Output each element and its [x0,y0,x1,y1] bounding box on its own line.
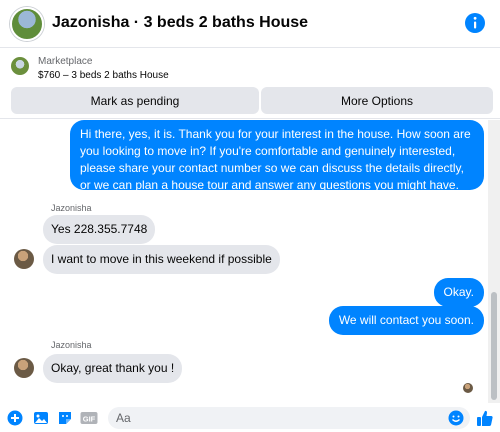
message-bubble-incoming[interactable]: I want to move in this weekend if possib… [43,245,280,274]
conversation-header: Jazonisha · 3 beds 2 baths House [0,0,500,48]
emoji-icon[interactable] [448,410,464,426]
message-input-container [108,407,470,429]
message-bubble-incoming[interactable]: Okay, great thank you ! [43,354,183,383]
scrollbar-thumb[interactable] [491,292,497,400]
thread-scrollbar[interactable] [488,120,500,403]
image-icon[interactable] [33,410,49,426]
sender-name: Jazonisha [51,203,92,213]
message-bubble-outgoing[interactable]: Okay. [433,278,484,307]
message-composer: GIF [0,404,500,432]
listing-thumbnail[interactable] [11,57,29,75]
message-input[interactable] [108,407,438,429]
like-icon[interactable] [476,409,494,427]
seen-receipt-avatar [463,383,473,393]
info-icon[interactable] [464,12,486,34]
sticker-icon[interactable] [57,410,73,426]
listing-price-title[interactable]: $760 – 3 beds 2 baths House [38,70,169,81]
gif-icon[interactable]: GIF [80,410,98,426]
conversation-title[interactable]: Jazonisha · 3 beds 2 baths House [52,14,308,32]
sender-avatar [14,249,34,269]
message-bubble-incoming[interactable]: Yes 228.355.7748 [43,215,156,244]
message-bubble-outgoing[interactable]: Hi there, yes, it is. Thank you for your… [70,120,484,192]
svg-text:GIF: GIF [83,415,96,424]
message-bubble-outgoing[interactable]: We will contact you soon. [328,306,484,335]
sender-avatar [14,358,34,378]
sender-name: Jazonisha [51,340,92,350]
listing-context-label: Marketplace [38,56,93,67]
plus-icon[interactable] [7,410,23,426]
mark-as-pending-button[interactable]: Mark as pending [11,87,259,114]
message-thread: Hi there, yes, it is. Thank you for your… [0,120,488,403]
avatar[interactable] [10,7,44,41]
more-options-button[interactable]: More Options [261,87,493,114]
marketplace-listing-bar: Marketplace $760 – 3 beds 2 baths House … [0,49,500,119]
